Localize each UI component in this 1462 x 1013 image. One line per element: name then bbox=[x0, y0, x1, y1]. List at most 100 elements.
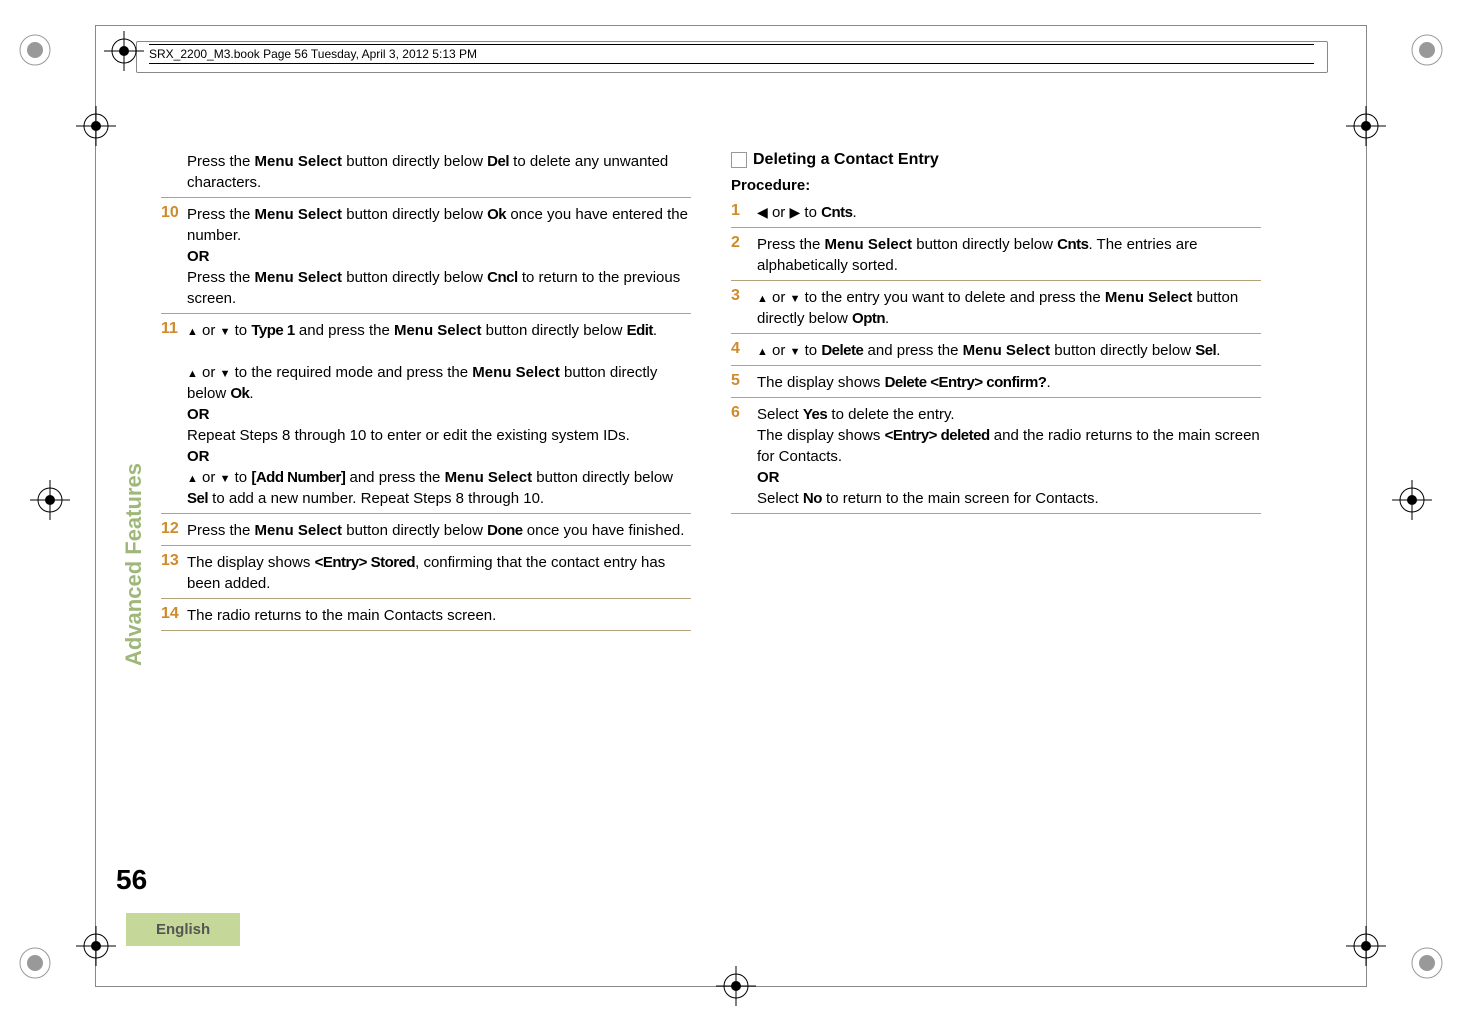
text: Menu Select bbox=[255, 269, 343, 286]
menu-label: Sel bbox=[1195, 342, 1216, 359]
menu-label: Cnts bbox=[821, 204, 852, 221]
step-number: 13 bbox=[161, 552, 187, 594]
up-icon: ▲ bbox=[187, 368, 198, 380]
step-number: 11 bbox=[161, 320, 187, 509]
menu-label: Ok bbox=[487, 206, 506, 223]
up-icon: ▲ bbox=[187, 326, 198, 338]
menu-label: Edit bbox=[627, 322, 653, 339]
step-3: 3▲ or ▼ to the entry you want to delete … bbox=[731, 287, 1261, 334]
menu-label: [Add Number] bbox=[251, 469, 345, 486]
procedure-label: Procedure: bbox=[731, 177, 1261, 194]
text: or bbox=[198, 364, 220, 381]
menu-label: <Entry> deleted bbox=[885, 427, 990, 444]
text: to bbox=[800, 204, 821, 221]
step-1: 1◀ or ▶ to Cnts. bbox=[731, 202, 1261, 228]
step-6: 6Select Yes to delete the entry. The disp… bbox=[731, 404, 1261, 514]
text: to add a new number. Repeat Steps 8 thro… bbox=[208, 490, 544, 507]
text: to bbox=[230, 322, 251, 339]
step-14: 14The radio returns to the main Contacts… bbox=[161, 605, 691, 631]
crop-mark-br bbox=[1346, 926, 1386, 966]
down-icon: ▼ bbox=[220, 368, 231, 380]
menu-label: Cncl bbox=[487, 269, 518, 286]
text: to delete the entry. bbox=[827, 406, 954, 423]
crop-mark-tl bbox=[76, 106, 116, 146]
menu-label: Ok bbox=[230, 385, 249, 402]
text: to the required mode and press the bbox=[230, 364, 472, 381]
step-2: 2Press the Menu Select button directly b… bbox=[731, 234, 1261, 281]
down-icon: ▼ bbox=[790, 293, 801, 305]
page-frame: SRX_2200_M3.book Page 56 Tuesday, April … bbox=[95, 25, 1367, 987]
section-title: Deleting a Contact Entry bbox=[731, 151, 1261, 169]
down-icon: ▼ bbox=[790, 346, 801, 358]
text: The display shows bbox=[757, 374, 885, 391]
menu-label: Delete <Entry> confirm? bbox=[885, 374, 1047, 391]
text: and press the bbox=[295, 322, 394, 339]
text: Menu Select bbox=[394, 322, 482, 339]
step-number: 10 bbox=[161, 204, 187, 309]
language-badge: English bbox=[126, 913, 240, 946]
crop-mark-tr bbox=[1346, 106, 1386, 146]
book-icon bbox=[731, 152, 747, 168]
step-pre: Press the Menu Select button directly be… bbox=[161, 151, 691, 198]
step-number: 6 bbox=[731, 404, 757, 509]
text: to the entry you want to delete and pres… bbox=[800, 289, 1104, 306]
registration-mark-mr bbox=[1392, 480, 1432, 520]
sidebar-title: Advanced Features bbox=[121, 463, 147, 666]
page-header: SRX_2200_M3.book Page 56 Tuesday, April … bbox=[149, 44, 1314, 64]
menu-label: Optn bbox=[852, 310, 885, 327]
text: to return to the main screen for Contact… bbox=[822, 490, 1099, 507]
registration-mark-bl bbox=[15, 943, 55, 983]
text: or bbox=[198, 322, 220, 339]
registration-mark-tr bbox=[1407, 30, 1447, 70]
step-number: 3 bbox=[731, 287, 757, 329]
text: Menu Select bbox=[825, 236, 913, 253]
text: or bbox=[768, 342, 790, 359]
text: Press the bbox=[757, 236, 825, 253]
text: . bbox=[653, 322, 657, 339]
text: button directly below bbox=[532, 469, 673, 486]
step-10: 10Press the Menu Select button directly … bbox=[161, 204, 691, 314]
text: Select bbox=[757, 406, 803, 423]
text: or bbox=[768, 289, 790, 306]
text: once you have finished. bbox=[523, 522, 685, 539]
text: to bbox=[230, 469, 251, 486]
step-number: 2 bbox=[731, 234, 757, 276]
step-number: 12 bbox=[161, 520, 187, 541]
text: and press the bbox=[345, 469, 444, 486]
text: Select bbox=[757, 490, 803, 507]
text: Press the bbox=[187, 153, 255, 170]
or-label: OR bbox=[187, 406, 210, 423]
text: Press the bbox=[187, 206, 255, 223]
text: or bbox=[768, 204, 790, 221]
title-text: Deleting a Contact Entry bbox=[753, 151, 939, 168]
text: . bbox=[249, 385, 253, 402]
right-icon: ▶ bbox=[789, 204, 800, 220]
text: Menu Select bbox=[963, 342, 1051, 359]
header-reg-icon bbox=[104, 31, 144, 71]
step-5: 5The display shows Delete <Entry> confir… bbox=[731, 372, 1261, 398]
text: button directly below bbox=[342, 269, 487, 286]
text: . bbox=[1046, 374, 1050, 391]
text: button directly below bbox=[342, 522, 487, 539]
text: . bbox=[1216, 342, 1220, 359]
registration-mark-ml bbox=[30, 480, 70, 520]
left-column: Press the Menu Select button directly be… bbox=[161, 151, 691, 637]
menu-label: Yes bbox=[803, 406, 827, 423]
text: button directly below bbox=[482, 322, 627, 339]
text: The display shows bbox=[757, 427, 885, 444]
up-icon: ▲ bbox=[187, 473, 198, 485]
text: and press the bbox=[863, 342, 962, 359]
text: Menu Select bbox=[472, 364, 560, 381]
down-icon: ▼ bbox=[220, 473, 231, 485]
step-13: 13The display shows <Entry> Stored, conf… bbox=[161, 552, 691, 599]
registration-mark-tl bbox=[15, 30, 55, 70]
text: button directly below bbox=[1050, 342, 1195, 359]
text: or bbox=[198, 469, 220, 486]
left-icon: ◀ bbox=[757, 204, 768, 220]
text: Menu Select bbox=[255, 522, 343, 539]
or-label: OR bbox=[757, 469, 780, 486]
crop-mark-bc bbox=[716, 966, 756, 1006]
text: to bbox=[800, 342, 821, 359]
up-icon: ▲ bbox=[757, 293, 768, 305]
page-number: 56 bbox=[116, 864, 147, 896]
